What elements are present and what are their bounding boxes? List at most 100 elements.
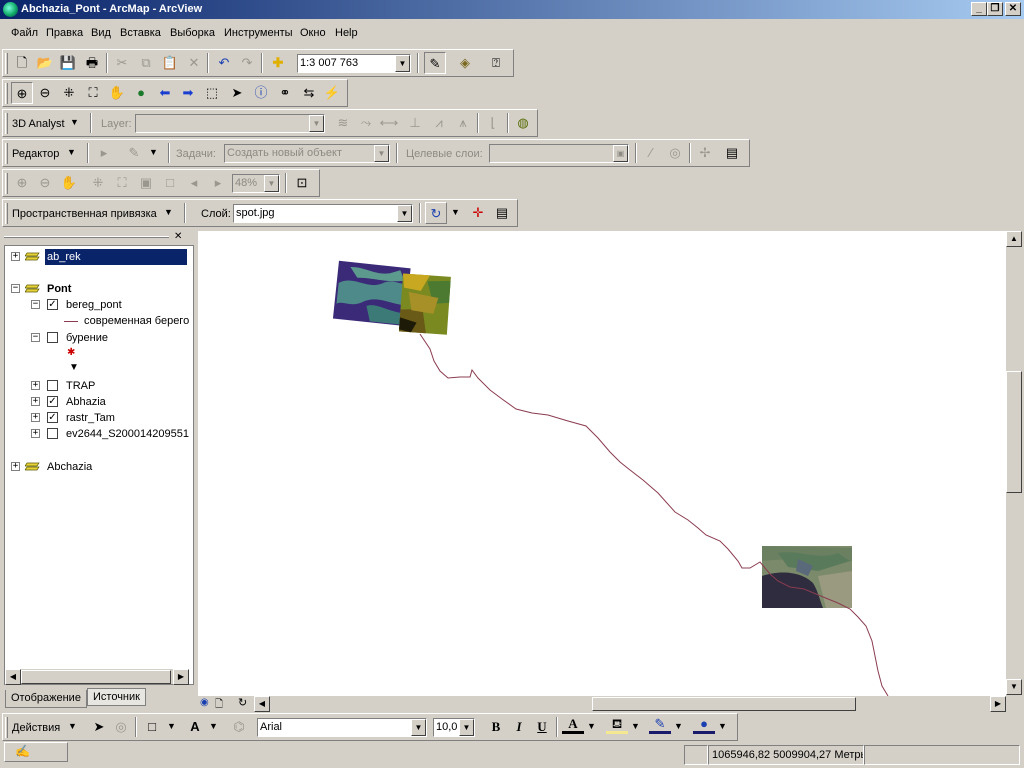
new-document-icon[interactable]: 🗋: [11, 52, 33, 74]
maximize-button[interactable]: ❐: [987, 2, 1003, 16]
underline-button[interactable]: U: [531, 716, 553, 738]
steepest-path-icon[interactable]: ⤳: [355, 112, 377, 134]
collapse-icon[interactable]: −: [31, 333, 40, 342]
toolbar-grip[interactable]: [5, 53, 8, 74]
chevron-down-icon[interactable]: ▼: [309, 115, 324, 132]
zoom-whole-page-icon[interactable]: ▣: [135, 172, 157, 194]
hyperlink-lightning-icon[interactable]: ⚡: [321, 82, 343, 104]
3d-layer-combo[interactable]: ▼: [135, 114, 325, 133]
expand-icon[interactable]: +: [31, 397, 40, 406]
scroll-thumb[interactable]: [1006, 371, 1022, 493]
chevron-down-icon[interactable]: ▼: [149, 147, 158, 157]
attributes-table-icon[interactable]: ▤: [721, 142, 743, 164]
split-line-icon[interactable]: ⁄: [640, 142, 662, 164]
scroll-thumb[interactable]: [21, 670, 171, 684]
toolbar-grip[interactable]: [5, 717, 8, 738]
map-vertical-scrollbar[interactable]: ▲ ▼: [1006, 231, 1023, 696]
layer-visibility-checkbox[interactable]: [47, 332, 58, 343]
chevron-down-icon[interactable]: ▼: [411, 719, 426, 736]
marker-color-icon[interactable]: ●: [693, 715, 715, 734]
add-data-icon[interactable]: ✚: [267, 52, 289, 74]
full-extent-globe-icon[interactable]: ●: [130, 82, 152, 104]
copy-icon[interactable]: ⧉: [135, 52, 157, 74]
menu-view[interactable]: Вид: [91, 27, 111, 39]
bold-button[interactable]: B: [485, 716, 507, 738]
link-table-icon[interactable]: ▤: [491, 202, 513, 224]
chevron-down-icon[interactable]: ▼: [209, 721, 218, 731]
arccatalog-icon[interactable]: ◈: [454, 52, 476, 74]
fixed-zoom-out-page-icon[interactable]: ⛶: [111, 172, 133, 194]
data-view-icon[interactable]: ◉: [200, 697, 209, 708]
open-folder-icon[interactable]: 📂: [34, 52, 56, 74]
arcmap-app-icon[interactable]: [3, 2, 18, 17]
select-elements-arrow-icon[interactable]: ➤: [226, 82, 248, 104]
print-icon[interactable]: 🖶: [81, 52, 103, 74]
close-button[interactable]: ✕: [1005, 2, 1021, 16]
scroll-left-icon[interactable]: ◀: [254, 696, 270, 712]
tab-display[interactable]: Отображение: [5, 690, 87, 708]
select-features-icon[interactable]: ⬚: [201, 82, 223, 104]
collapse-icon[interactable]: −: [31, 300, 40, 309]
arcscene-icon[interactable]: ◍: [512, 112, 534, 134]
identify-icon[interactable]: ⓘ: [250, 82, 272, 104]
redo-icon[interactable]: ↷: [236, 52, 258, 74]
zoom-100-icon[interactable]: □: [159, 172, 181, 194]
chevron-down-icon[interactable]: ▼: [68, 721, 77, 731]
layer-visibility-checkbox[interactable]: ✓: [47, 299, 58, 310]
menu-window[interactable]: Окно: [300, 27, 326, 39]
map-scale-combo[interactable]: 1:3 007 763 ▼: [297, 54, 411, 73]
layer-visibility-checkbox[interactable]: ✓: [47, 412, 58, 423]
fixed-zoom-out-icon[interactable]: ⛶: [82, 82, 104, 104]
toc-horizontal-scrollbar[interactable]: ◀ ▶: [5, 668, 189, 685]
fixed-zoom-in-page-icon[interactable]: ⁜: [87, 172, 109, 194]
drawing-toolbar-dock[interactable]: ✍: [4, 742, 68, 762]
whats-this-help-icon[interactable]: ⍰: [485, 52, 507, 74]
rotate-element-icon[interactable]: ◎: [110, 716, 132, 738]
map-canvas[interactable]: [198, 231, 1006, 696]
target-layer-combo[interactable]: ▣: [489, 144, 629, 163]
menu-edit[interactable]: Правка: [46, 27, 83, 39]
chevron-down-icon[interactable]: ▼: [164, 207, 173, 217]
chevron-down-icon[interactable]: ▣: [613, 145, 628, 162]
chevron-down-icon[interactable]: ▼: [451, 207, 460, 217]
fixed-zoom-in-icon[interactable]: ⁜: [58, 82, 80, 104]
raster-layer-combo[interactable]: spot.jpg ▼: [233, 204, 413, 223]
cut-icon[interactable]: ✂: [111, 52, 133, 74]
scroll-thumb[interactable]: [592, 697, 856, 711]
toc-grip[interactable]: [4, 236, 169, 238]
draft-mode-icon[interactable]: ⊡: [291, 172, 313, 194]
edit-vertices-icon[interactable]: ⌬: [228, 716, 250, 738]
zoom-in-page-icon[interactable]: ⊕: [11, 172, 33, 194]
line-of-sight-icon[interactable]: ⟷: [378, 112, 400, 134]
font-size-combo[interactable]: 10,0 ▼: [433, 718, 475, 737]
map-display[interactable]: [198, 231, 1006, 696]
scroll-right-icon[interactable]: ▶: [173, 669, 189, 685]
menu-insert[interactable]: Вставка: [120, 27, 161, 39]
chevron-down-icon[interactable]: ▼: [587, 721, 596, 731]
toolbar-grip[interactable]: [5, 83, 8, 104]
pan-hand-icon[interactable]: ✋: [106, 82, 128, 104]
edit-sketch-icon[interactable]: ✍: [15, 744, 30, 758]
refresh-icon[interactable]: ↻: [238, 696, 247, 709]
chevron-down-icon[interactable]: ▼: [374, 145, 389, 162]
back-page-icon[interactable]: ◂: [183, 172, 205, 194]
zoom-out-icon[interactable]: ⊖: [34, 82, 56, 104]
toc-close-icon[interactable]: ✕: [174, 231, 182, 242]
back-extent-icon[interactable]: ⬅: [154, 82, 176, 104]
expand-icon[interactable]: +: [31, 381, 40, 390]
chevron-down-icon[interactable]: ▼: [718, 721, 727, 731]
chevron-down-icon[interactable]: ▼: [167, 721, 176, 731]
menu-file[interactable]: Файл: [11, 27, 38, 39]
font-combo[interactable]: Arial ▼: [257, 718, 427, 737]
sketch-pencil-icon[interactable]: ✎: [123, 142, 145, 164]
chevron-down-icon[interactable]: ▼: [264, 175, 279, 192]
toc-group-ab-rek[interactable]: + ab_rek: [5, 248, 187, 266]
profile-graph-icon[interactable]: ⌊: [482, 112, 504, 134]
contour-icon[interactable]: ≋: [332, 112, 354, 134]
sketch-properties-icon[interactable]: ✢: [694, 142, 716, 164]
rotate-raster-icon[interactable]: ↻: [425, 202, 447, 224]
fill-color-icon[interactable]: ⛾: [606, 715, 628, 734]
georeferencing-menu[interactable]: Пространственная привязка: [12, 208, 157, 220]
select-elements-arrow-icon[interactable]: ➤: [88, 716, 110, 738]
interpolate-line-icon[interactable]: ⩘: [428, 112, 450, 134]
